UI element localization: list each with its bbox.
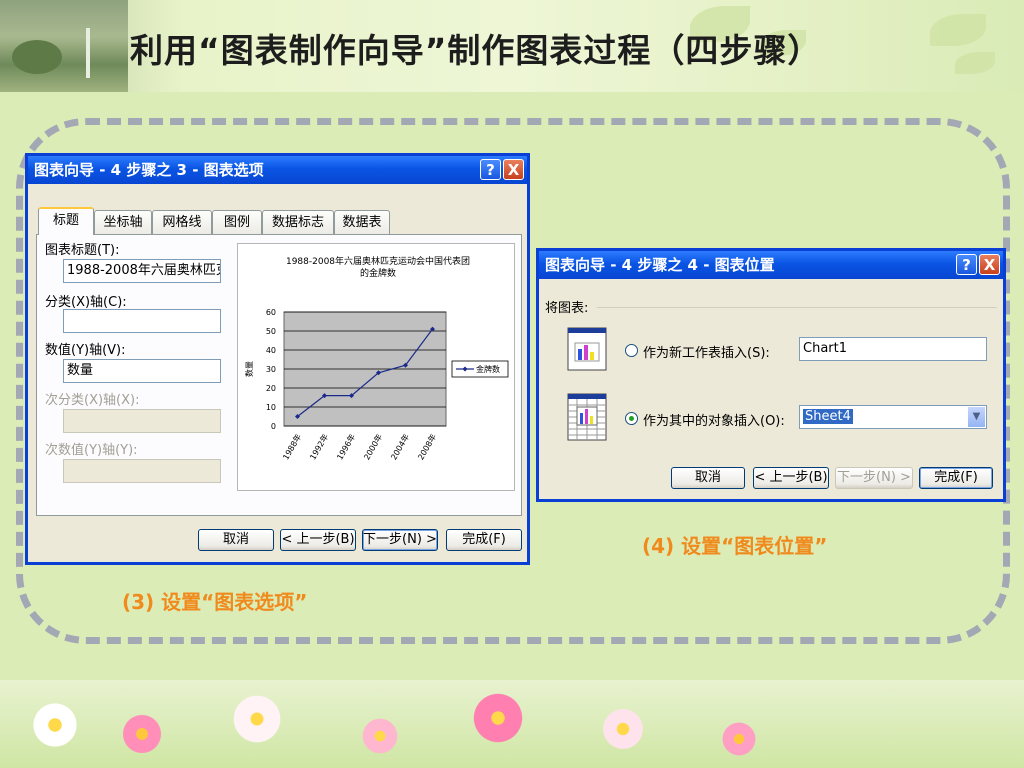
sheet-select-value: Sheet4 xyxy=(803,409,853,424)
tab-panel: 图表标题(T): 1988-2008年六届奥林匹克运动会中国代表团的金牌数 分类… xyxy=(36,234,522,516)
statue-shape xyxy=(86,28,90,78)
embedded-object-icon xyxy=(567,393,607,441)
chevron-down-icon[interactable]: ▼ xyxy=(967,407,985,427)
x-tick-label: 2004年 xyxy=(388,432,411,462)
y-axis-label: 数量 xyxy=(244,361,254,377)
cancel-button[interactable]: 取消 xyxy=(198,529,274,551)
secondary-y-label: 次数值(Y)轴(Y): xyxy=(45,443,138,458)
back-button[interactable]: < 上一步(B) xyxy=(280,529,356,551)
category-x-input[interactable] xyxy=(63,309,221,333)
close-button[interactable]: X xyxy=(979,254,1000,275)
new-sheet-label[interactable]: 作为新工作表插入(S): xyxy=(643,342,770,361)
slide-title: 利用“图表制作向导”制作图表过程（四步骤） xyxy=(130,31,822,70)
cancel-button[interactable]: 取消 xyxy=(671,467,745,489)
next-button: 下一步(N) > xyxy=(835,467,913,489)
y-tick-label: 50 xyxy=(266,327,276,336)
chart-preview: 1988-2008年六届奥林匹克运动会中国代表团的金牌数 0 10 20 30 40 50 6… xyxy=(237,243,515,491)
finish-button[interactable]: 完成(F) xyxy=(446,529,522,551)
tab-data-table[interactable]: 数据表 xyxy=(334,210,390,234)
flower-decoration xyxy=(360,716,400,756)
embedded-object-label[interactable]: 作为其中的对象插入(O): xyxy=(643,410,785,429)
chart-title-input[interactable]: 1988-2008年六届奥林匹克运动会中国代表团的金牌数 xyxy=(63,259,221,283)
step3-caption: (3) 设置“图表选项” xyxy=(122,590,308,614)
y-tick-label: 20 xyxy=(266,384,276,393)
dialog-titlebar: 图表向导 - 4 步骤之 4 - 图表位置 ? X xyxy=(539,251,1003,279)
secondary-y-input xyxy=(63,459,221,483)
value-y-label: 数值(Y)轴(V): xyxy=(45,343,126,358)
chart-location-dialog: 图表向导 - 4 步骤之 4 - 图表位置 ? X 将图表: 作为新工作表插入(… xyxy=(536,248,1006,502)
value-y-input[interactable]: 数量 xyxy=(63,359,221,383)
flower-decoration xyxy=(30,700,80,750)
tab-data-labels[interactable]: 数据标志 xyxy=(262,210,334,234)
sheet-select[interactable]: Sheet4 ▼ xyxy=(799,405,987,429)
x-tick-label: 1992年 xyxy=(307,432,330,462)
back-button[interactable]: < 上一步(B) xyxy=(753,467,829,489)
new-sheet-radio[interactable] xyxy=(625,344,638,357)
flower-decoration xyxy=(600,706,646,752)
secondary-x-label: 次分类(X)轴(X): xyxy=(45,393,140,408)
x-tick-label: 2008年 xyxy=(415,432,438,462)
tab-titles[interactable]: 标题 xyxy=(38,207,94,235)
y-tick-label: 10 xyxy=(266,403,276,412)
tab-gridlines[interactable]: 网格线 xyxy=(152,210,212,234)
new-sheet-name-input[interactable]: Chart1 xyxy=(799,337,987,361)
chart-options-dialog: 图表向导 - 4 步骤之 3 - 图表选项 ? X 标题 坐标轴 网格线 图例 … xyxy=(25,153,530,565)
x-tick-label: 1988年 xyxy=(280,432,303,462)
chart-title: 1988-2008年六届奥林匹克运动会中国代表团的金牌数 xyxy=(286,255,470,279)
finish-button[interactable]: 完成(F) xyxy=(919,467,993,489)
y-tick-label: 40 xyxy=(266,346,276,355)
category-x-label: 分类(X)轴(C): xyxy=(45,295,127,310)
group-divider xyxy=(597,307,997,308)
dialog-title: 图表向导 - 4 步骤之 3 - 图表选项 xyxy=(34,161,264,179)
x-tick-label: 2000年 xyxy=(361,432,384,462)
y-tick-label: 0 xyxy=(271,422,276,431)
flower-decoration xyxy=(230,692,284,746)
tab-legend[interactable]: 图例 xyxy=(212,210,262,234)
dialog-title: 图表向导 - 4 步骤之 4 - 图表位置 xyxy=(545,256,775,274)
flower-decoration xyxy=(470,690,526,746)
x-tick-label: 1996年 xyxy=(334,432,357,462)
secondary-x-input xyxy=(63,409,221,433)
help-button[interactable]: ? xyxy=(956,254,977,275)
dialog-titlebar: 图表向导 - 4 步骤之 3 - 图表选项 ? X xyxy=(28,156,527,184)
group-label: 将图表: xyxy=(545,301,589,316)
flower-decoration xyxy=(720,720,758,758)
new-sheet-icon xyxy=(567,327,607,371)
next-button[interactable]: 下一步(N) > xyxy=(362,529,438,551)
tree-shape xyxy=(12,40,62,74)
help-button[interactable]: ? xyxy=(480,159,501,180)
line-chart: 1988-2008年六届奥林匹克运动会中国代表团的金牌数 0 10 20 30 40 50 6… xyxy=(244,255,509,462)
step4-caption: (4) 设置“图表位置” xyxy=(642,534,828,558)
tab-axes[interactable]: 坐标轴 xyxy=(94,210,152,234)
y-tick-label: 30 xyxy=(266,365,276,374)
y-tick-label: 60 xyxy=(266,308,276,317)
legend-label: 金牌数 xyxy=(476,364,500,374)
close-button[interactable]: X xyxy=(503,159,524,180)
embedded-object-radio[interactable] xyxy=(625,412,638,425)
tab-strip: 标题 坐标轴 网格线 图例 数据标志 数据表 xyxy=(38,207,508,236)
flower-decoration xyxy=(120,712,164,756)
chart-title-label: 图表标题(T): xyxy=(45,243,120,258)
header-photo xyxy=(0,0,128,92)
